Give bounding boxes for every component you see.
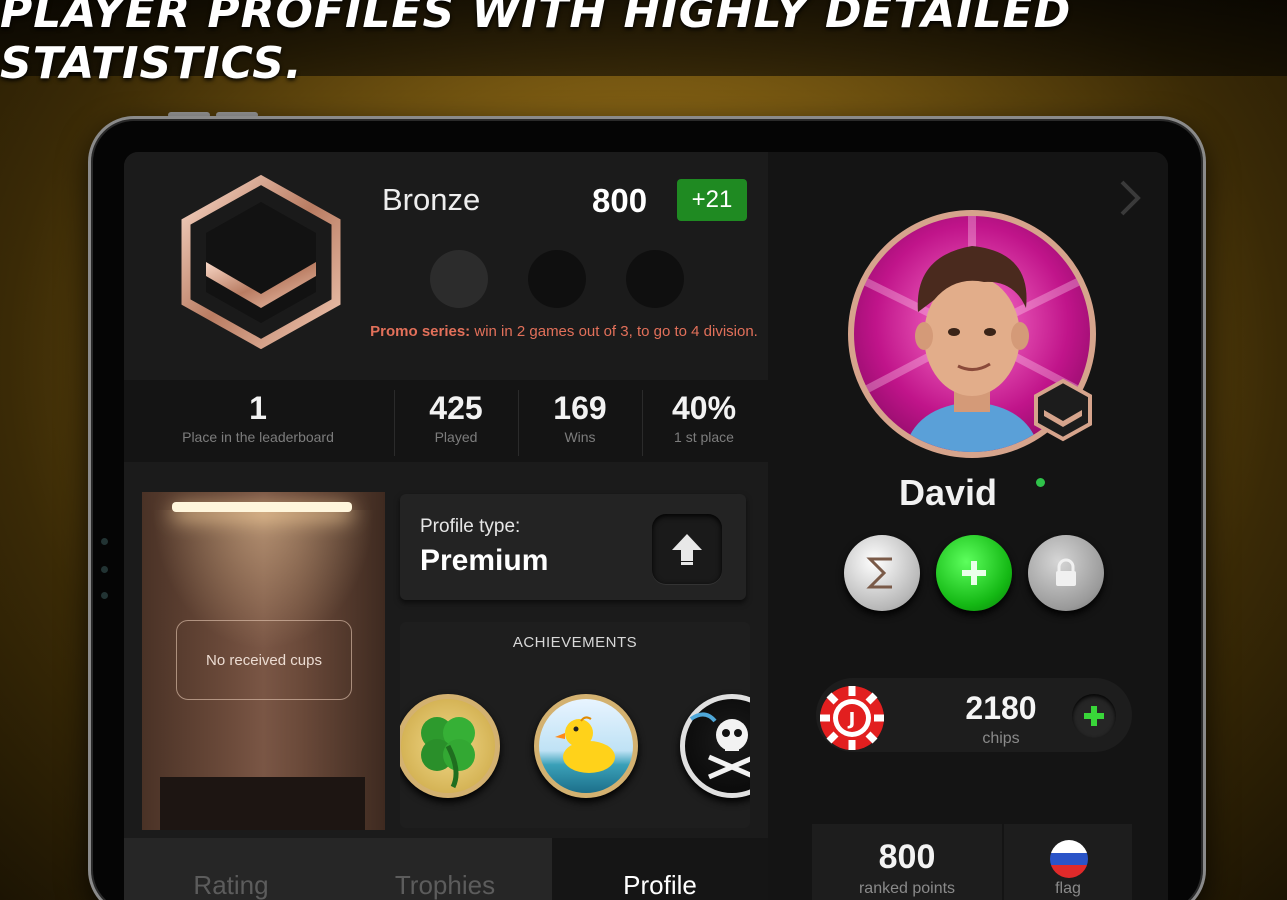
no-cups-message: No received cups	[176, 620, 352, 700]
stat-value: 425	[429, 390, 483, 426]
achievement-medal[interactable]	[400, 694, 500, 798]
stat-value: 40%	[671, 390, 737, 426]
profile-type-card[interactable]: Profile type: Premium	[400, 494, 746, 600]
achievements-card: ACHIEVEMENTS	[400, 622, 750, 828]
bronze-rank-icon	[181, 174, 341, 349]
stat-wins: 169 Wins	[520, 380, 640, 462]
divider	[518, 390, 519, 456]
ranked-points-value: 800	[878, 838, 936, 876]
promo-banner: PLAYER PROFILES WITH HIGHLY DETAILED STA…	[0, 0, 1287, 89]
stats-row: 1 Place in the leaderboard 425 Played 16…	[124, 380, 768, 462]
stat-value: 169	[553, 390, 607, 426]
promo-series-label: Promo series:	[370, 323, 471, 340]
stat-label: 1 st place	[674, 429, 734, 445]
add-chips-button[interactable]	[1072, 694, 1116, 738]
promo-game-indicator	[626, 250, 684, 308]
tablet-sensor	[101, 566, 108, 573]
flag-card[interactable]: flag	[1004, 824, 1132, 900]
player-name: David	[898, 472, 998, 513]
stat-value: 1	[249, 390, 267, 426]
lock-icon	[1056, 558, 1076, 586]
shelf-base	[160, 777, 365, 830]
shelf-light	[172, 502, 352, 512]
promo-game-indicator	[528, 250, 586, 308]
chips-balance: J 2180 chips	[816, 678, 1132, 752]
chips-value: 2180	[965, 690, 1037, 726]
bottom-tab-bar: Rating Trophies Profile	[124, 838, 768, 900]
stat-first-place: 40% 1 st place	[644, 380, 764, 462]
profile-panel: David J 2180 chips 800 ranked points fla…	[768, 152, 1168, 900]
online-status-indicator	[1036, 478, 1045, 487]
russia-flag-icon	[1050, 840, 1088, 878]
block-button[interactable]	[1028, 535, 1104, 611]
stat-leaderboard-place: 1 Place in the leaderboard	[158, 380, 358, 462]
pirate-flag-icon	[689, 712, 750, 780]
stat-played: 425 Played	[396, 380, 516, 462]
tablet-sensor	[101, 592, 108, 599]
svg-text:J: J	[847, 709, 856, 730]
ranked-points-label: ranked points	[858, 880, 956, 897]
ranked-points-card: 800 ranked points	[812, 824, 1002, 900]
stats-panel: Bronze 800 +21 Promo series: win in 2 ga…	[124, 152, 768, 900]
tab-rating[interactable]: Rating	[124, 838, 338, 900]
cup-shelf[interactable]: No received cups	[142, 492, 385, 830]
tab-profile[interactable]: Profile	[552, 838, 768, 900]
flag-label: flag	[1055, 880, 1081, 897]
statistics-button[interactable]	[844, 535, 920, 611]
achievement-medal[interactable]	[680, 694, 750, 798]
profile-type-label: Profile type:	[420, 516, 521, 537]
chevron-right-icon[interactable]	[1118, 178, 1142, 218]
upgrade-button[interactable]	[652, 514, 722, 584]
promo-series-text: Promo series: win in 2 games out of 3, t…	[364, 322, 764, 342]
app-screen: Bronze 800 +21 Promo series: win in 2 ga…	[124, 152, 1168, 900]
profile-type-value: Premium	[420, 544, 549, 577]
four-leaf-clover-icon	[421, 717, 475, 789]
promo-series-description: win in 2 games out of 3, to go to 4 divi…	[470, 323, 758, 340]
add-friend-button[interactable]	[936, 535, 1012, 611]
arrow-up-icon	[672, 534, 702, 565]
rank-name: Bronze	[382, 182, 481, 217]
rubber-duck-icon	[555, 716, 615, 773]
plus-icon	[1084, 706, 1104, 726]
rank-delta-badge: +21	[677, 179, 747, 221]
bronze-rank-small-icon	[1034, 378, 1092, 442]
divider	[642, 390, 643, 456]
stat-label: Place in the leaderboard	[182, 429, 334, 445]
achievements-title: ACHIEVEMENTS	[512, 634, 638, 651]
sigma-icon	[866, 557, 892, 589]
poker-chip-icon: J	[820, 686, 884, 750]
tablet-sensor	[101, 538, 108, 545]
achievement-medal[interactable]	[534, 694, 638, 798]
divider	[394, 390, 395, 456]
promo-game-indicator	[430, 250, 488, 308]
banner-title: PLAYER PROFILES WITH HIGHLY DETAILED STA…	[0, 0, 1072, 89]
stat-label: Wins	[564, 429, 596, 445]
tab-trophies[interactable]: Trophies	[338, 838, 552, 900]
stat-label: Played	[434, 429, 478, 445]
rank-points: 800	[592, 182, 648, 219]
plus-icon	[962, 561, 986, 585]
chips-label: chips	[982, 730, 1020, 747]
